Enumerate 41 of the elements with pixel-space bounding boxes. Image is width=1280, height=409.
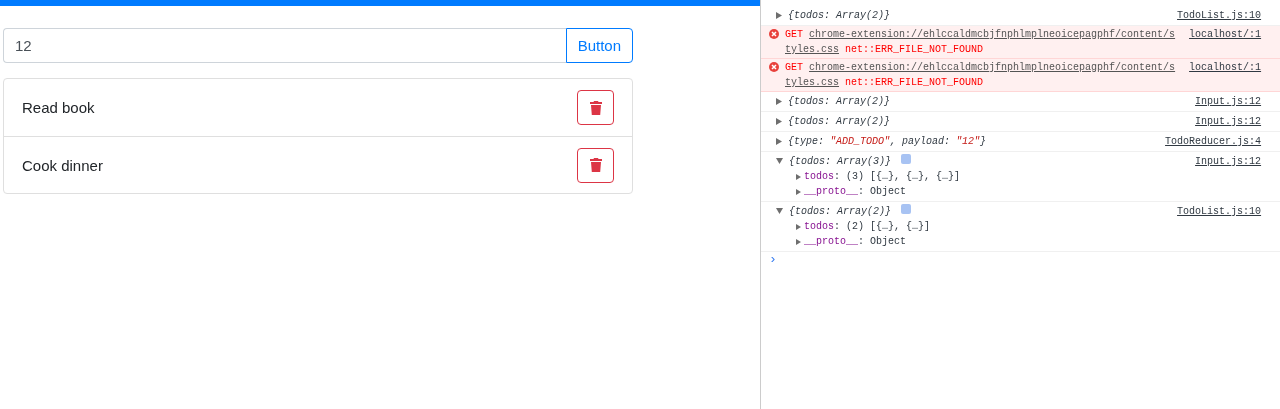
- object-property[interactable]: todos: (2) [{…}, {…}]: [804, 219, 931, 234]
- log-message[interactable]: {todos: Array(2)}: [788, 94, 891, 109]
- object-property[interactable]: todos: (3) [{…}, {…}, {…}]: [804, 169, 961, 184]
- error-icon: [769, 29, 779, 39]
- source-link[interactable]: localhost/:1: [1189, 27, 1262, 42]
- expand-arrow-icon[interactable]: [776, 98, 782, 105]
- todo-text: Cook dinner: [22, 156, 103, 174]
- console-prompt[interactable]: ›: [761, 252, 1280, 267]
- expand-arrow-icon[interactable]: [796, 173, 801, 180]
- error-message: GET chrome-extension://ehlccaldmcbjfnphlmplneoicepagphf/content/styles.css net::ERR_FILE_NOT_FOUND: [785, 28, 1177, 57]
- expand-arrow-icon[interactable]: [776, 138, 782, 145]
- source-link[interactable]: localhost/:1: [1189, 60, 1262, 75]
- expand-arrow-icon[interactable]: [776, 12, 782, 19]
- source-link[interactable]: Input.js:12: [1195, 114, 1262, 129]
- expand-arrow-icon[interactable]: [796, 223, 801, 230]
- expand-arrow-icon[interactable]: [796, 238, 801, 245]
- delete-button[interactable]: [577, 147, 614, 183]
- log-message[interactable]: {todos: Array(2)}: [788, 8, 891, 23]
- object-property[interactable]: __proto__: Object: [804, 184, 907, 199]
- source-link[interactable]: Input.js:12: [1195, 94, 1262, 109]
- log-message[interactable]: {todos: Array(2)}: [788, 114, 891, 129]
- expand-arrow-icon[interactable]: [796, 188, 801, 195]
- object-property[interactable]: __proto__: Object: [804, 234, 907, 249]
- source-link[interactable]: Input.js:12: [1195, 154, 1262, 169]
- todo-input-field[interactable]: 12: [3, 28, 566, 63]
- source-link[interactable]: TodoList.js:10: [1177, 8, 1262, 23]
- expand-arrow-icon[interactable]: [776, 118, 782, 125]
- trash-icon: [589, 100, 602, 115]
- collapse-arrow-icon[interactable]: [776, 208, 783, 214]
- delete-button[interactable]: [577, 90, 614, 125]
- error-message: GET chrome-extension://ehlccaldmcbjfnphlmplneoicepagphf/content/styles.css net::ERR_FILE_NOT_FOUND: [785, 61, 1177, 90]
- collapse-arrow-icon[interactable]: [776, 158, 783, 164]
- todo-text: Read book: [22, 99, 95, 116]
- source-link[interactable]: TodoList.js:10: [1177, 204, 1262, 219]
- trash-icon: [589, 158, 602, 172]
- log-message[interactable]: {todos: Array(3)}: [789, 154, 892, 169]
- error-icon: [769, 62, 779, 72]
- log-message[interactable]: {todos: Array(2)}: [789, 204, 892, 219]
- log-message[interactable]: {type: "ADD_TODO", payload: "12"}: [788, 134, 987, 149]
- add-button[interactable]: Button: [565, 28, 633, 63]
- source-link[interactable]: TodoReducer.js:4: [1165, 134, 1262, 149]
